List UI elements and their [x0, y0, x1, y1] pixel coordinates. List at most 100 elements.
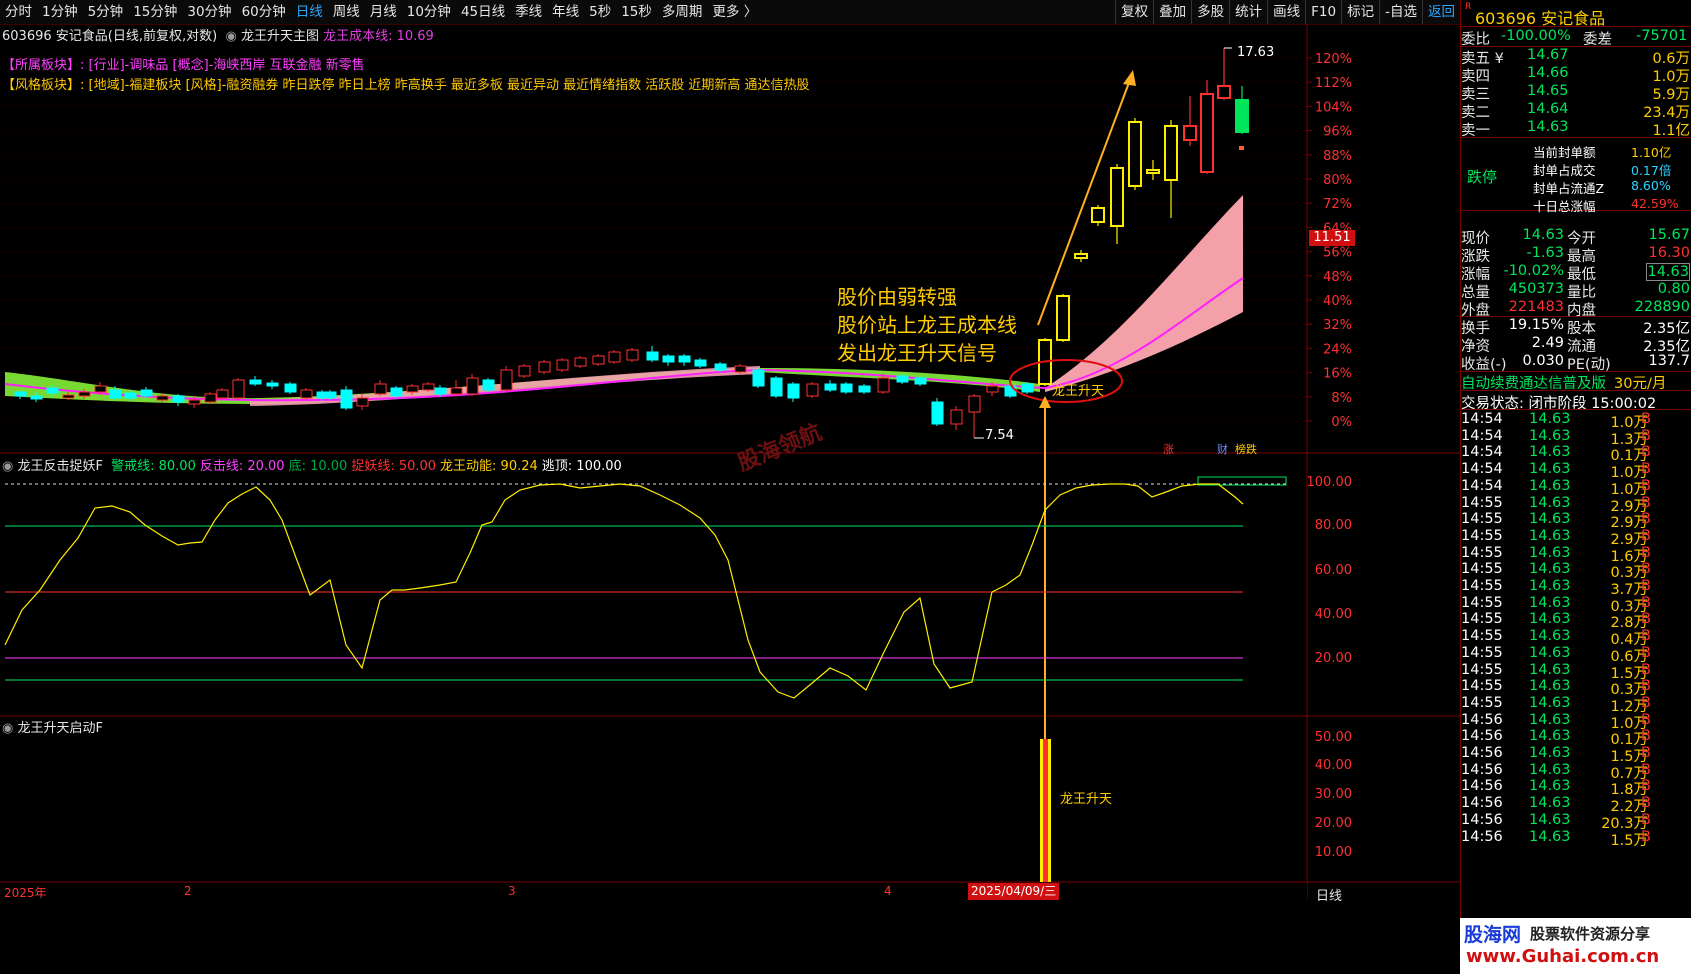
- indicator1-title[interactable]: 龙王反击捉妖F: [17, 459, 102, 474]
- candle: [518, 365, 531, 377]
- tick-row: 14:55 14.63 2.8万 B: [1461, 611, 1691, 631]
- candle: [1056, 295, 1070, 341]
- tick-side: B: [1641, 578, 1651, 594]
- x-label: 4: [884, 884, 892, 898]
- indicator2-title[interactable]: 龙王升天启动F: [17, 721, 102, 736]
- seal-value: 42.59%: [1631, 196, 1679, 211]
- y-axis-label: 16%: [1323, 367, 1352, 382]
- badge-zhang[interactable]: 涨: [1163, 441, 1174, 457]
- indicator-param: 底: 10.00: [288, 459, 348, 474]
- tick-price: 14.63: [1529, 561, 1571, 578]
- tick-time: 14:54: [1461, 411, 1503, 427]
- candle: [434, 387, 447, 395]
- candle: [840, 383, 853, 393]
- stat2-row: 净资 2.49 流通 2.35亿: [1461, 335, 1691, 355]
- tick-price: 14.63: [1529, 444, 1571, 461]
- candle: [46, 387, 59, 394]
- tick-time: 14:54: [1461, 427, 1503, 444]
- tick-time: 14:55: [1461, 578, 1503, 594]
- ask-row[interactable]: 卖四 14.66 1.0万: [1461, 65, 1691, 85]
- candle: [450, 387, 463, 395]
- tick-row: 14:54 14.63 1.3万 B: [1461, 427, 1691, 448]
- low-price-label: 7.54: [985, 428, 1014, 443]
- annotation-line: 股价由弱转强: [837, 285, 957, 309]
- candle: [14, 391, 27, 397]
- candle: [466, 377, 479, 395]
- candle: [356, 397, 369, 407]
- tick-row: 14:56 14.63 0.1万 B: [1461, 728, 1691, 748]
- quote-panel: R 603696 安记食品 委比 -100.00% 委差 -75701 跌停 自…: [1460, 0, 1691, 974]
- y-axis-label: 40.00: [1315, 607, 1352, 622]
- candle: [109, 389, 122, 399]
- tick-price: 14.63: [1529, 661, 1571, 678]
- y-axis-label: 60.00: [1315, 563, 1352, 578]
- tick-side: B: [1641, 628, 1651, 645]
- seal-label: 当前封单额: [1533, 145, 1596, 160]
- logo-url: www.Guhai.com.cn: [1466, 946, 1660, 967]
- stat-value: 221483: [1508, 299, 1564, 315]
- stat-row: 外盘 221483 内盘 228890: [1461, 299, 1691, 319]
- indicator-param: 反击线: 20.00: [199, 459, 285, 474]
- date-highlight: 2025/04/09/三: [968, 883, 1060, 900]
- candle: [62, 394, 75, 399]
- tick-time: 14:56: [1461, 745, 1503, 761]
- tick-price: 14.63: [1529, 728, 1571, 745]
- tick-side: B: [1641, 444, 1651, 461]
- seal-value: 8.60%: [1631, 178, 1671, 193]
- ask-price: 14.63: [1527, 119, 1569, 135]
- tick-side: B: [1641, 511, 1651, 528]
- tick-side: B: [1641, 661, 1651, 678]
- stat-value: 0.030: [1522, 353, 1564, 369]
- tick-time: 14:56: [1461, 761, 1503, 778]
- ask-row[interactable]: 卖五 ¥14.67 0.6万: [1461, 47, 1691, 67]
- site-logo: 股海网 股票软件资源分享 www.Guhai.com.cn: [1460, 918, 1691, 974]
- y-axis-label: 24%: [1323, 342, 1352, 357]
- tick-side: B: [1641, 778, 1651, 795]
- tick-row: 14:55 14.63 1.5万 B: [1461, 661, 1691, 682]
- candle: [931, 401, 944, 425]
- stat2-row: 收益(-) 0.030 PE(动) 137.7: [1461, 353, 1691, 373]
- y-axis-label: 40.00: [1315, 758, 1352, 773]
- tick-price: 14.63: [1529, 527, 1571, 544]
- y-axis-label: 80%: [1323, 173, 1352, 188]
- kline-chart[interactable]: 120%112%104%96%88%80%72%64%56%48%40%32%2…: [0, 0, 1460, 974]
- stat-value: 0.80: [1657, 281, 1690, 297]
- ask-row[interactable]: 卖二 14.64 23.4万: [1461, 101, 1691, 121]
- candle: [824, 383, 837, 391]
- tick-row: 14:54 14.63 1.0万 B: [1461, 461, 1691, 481]
- candle: [1004, 385, 1017, 397]
- candle: [968, 395, 981, 413]
- candle: [232, 379, 245, 399]
- x-axis: 2025年 2 3 4 2025/04/09/三: [0, 883, 1307, 900]
- candle: [787, 383, 800, 399]
- ask-price: 14.64: [1527, 101, 1569, 117]
- indicator-param: 逃顶: 100.00: [541, 459, 622, 474]
- tick-side: B: [1641, 461, 1651, 478]
- ask-row[interactable]: 卖一 14.63 1.1亿: [1461, 119, 1691, 139]
- badge-bang[interactable]: 榜跌: [1235, 441, 1257, 457]
- tick-price: 14.63: [1529, 611, 1571, 628]
- candle: [324, 391, 337, 399]
- indicator2-toggle-icon[interactable]: ◉: [2, 721, 17, 736]
- indicator-param: 捉妖线: 50.00: [351, 459, 437, 474]
- candle: [877, 377, 890, 393]
- tick-price: 14.63: [1529, 427, 1571, 444]
- indicator-param: 警戒线: 80.00: [111, 459, 196, 474]
- tick-time: 14:55: [1461, 661, 1503, 678]
- indicator1-toggle-icon[interactable]: ◉: [2, 459, 17, 474]
- tick-side: B: [1641, 761, 1651, 778]
- ask-row[interactable]: 卖三 14.65 5.9万: [1461, 83, 1691, 103]
- ask-label: 卖一: [1461, 123, 1490, 139]
- tick-price: 14.63: [1529, 411, 1571, 427]
- tick-price: 14.63: [1529, 711, 1571, 728]
- candle: [204, 393, 217, 403]
- tick-row: 14:56 14.63 2.2万 B: [1461, 795, 1691, 815]
- tick-price: 14.63: [1529, 694, 1571, 711]
- tick-row: 14:56 14.63 1.5万 B: [1461, 745, 1691, 765]
- indicator2-header: ◉ 龙王升天启动F: [2, 717, 103, 736]
- tick-time: 14:55: [1461, 544, 1503, 561]
- candle: [374, 383, 387, 395]
- tick-time: 14:56: [1461, 778, 1503, 795]
- period-indicator[interactable]: 日线: [1316, 885, 1342, 904]
- badge-cai[interactable]: 财: [1217, 441, 1228, 457]
